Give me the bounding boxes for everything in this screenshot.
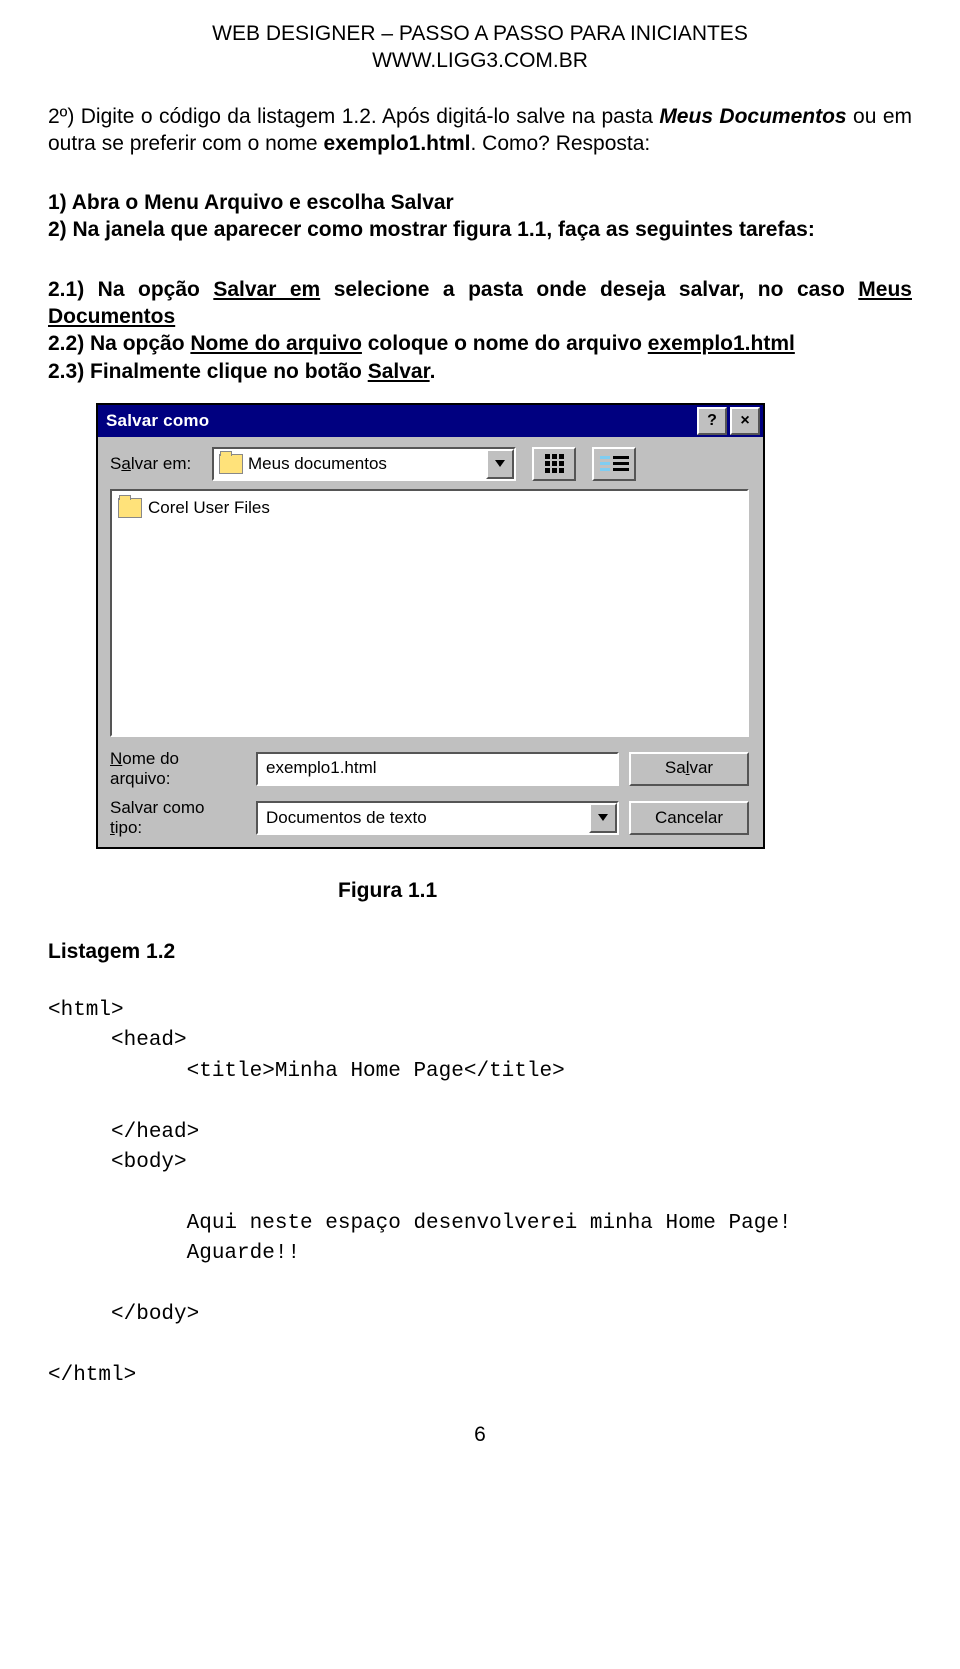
dialog-title: Salvar como — [106, 410, 694, 432]
steps-block-1: 1) Abra o Menu Arquivo e escolha Salvar … — [48, 189, 912, 244]
text: N — [110, 749, 122, 768]
step-2-2: 2.2) Na opção Nome do arquivo coloque o … — [48, 330, 912, 357]
underline-salvar: Salvar — [368, 360, 430, 383]
step-2-1: 2.1) Na opção Salvar em selecione a past… — [48, 276, 912, 331]
underline-salvar-em: Salvar em — [213, 278, 320, 301]
header-line-1: WEB DESIGNER – PASSO A PASSO PARA INICIA… — [48, 20, 912, 47]
file-list[interactable]: Corel User Files — [110, 489, 749, 737]
underline-nome-do-arquivo: Nome do arquivo — [190, 332, 362, 355]
text: Sa — [665, 757, 686, 779]
page-header: WEB DESIGNER – PASSO A PASSO PARA INICIA… — [48, 20, 912, 75]
save-in-label: Salvar em: — [110, 453, 202, 475]
list-icon — [600, 456, 629, 471]
text: lvar em: — [131, 454, 191, 473]
folder-icon — [118, 498, 142, 518]
text: 2.1) Na opção — [48, 278, 213, 301]
header-line-2: WWW.LIGG3.COM.BR — [48, 47, 912, 74]
chevron-down-icon — [598, 814, 608, 821]
text: Salvar como — [110, 798, 204, 817]
page-number: 6 — [48, 1421, 912, 1448]
listing-heading: Listagem 1.2 — [48, 938, 912, 965]
folder-icon — [219, 454, 243, 474]
type-combo[interactable]: Documentos de texto — [256, 801, 619, 835]
cancel-button[interactable]: Cancelar — [629, 801, 749, 835]
figure-caption: Figura 1.1 — [338, 877, 912, 904]
close-icon: × — [740, 411, 749, 432]
text: ipo: — [115, 818, 142, 837]
type-value: Documentos de texto — [266, 807, 589, 829]
dialog-titlebar: Salvar como ? × — [98, 405, 763, 437]
filename-label: Nome doarquivo: — [110, 749, 246, 788]
intro-paragraph: 2º) Digite o código da listagem 1.2. Apó… — [48, 103, 912, 158]
dropdown-button[interactable] — [589, 803, 617, 833]
intro-after: . Como? Resposta: — [471, 132, 651, 155]
save-as-dialog: Salvar como ? × Salvar em: Meus document… — [96, 403, 765, 849]
chevron-down-icon — [495, 460, 505, 467]
steps-block-2: 2.1) Na opção Salvar em selecione a past… — [48, 276, 912, 385]
type-label: Salvar comotipo: — [110, 798, 246, 837]
text: . — [430, 360, 436, 383]
intro-filename: exemplo1.html — [323, 132, 470, 155]
text: ome do — [122, 749, 179, 768]
save-in-combo[interactable]: Meus documentos — [212, 447, 516, 481]
intro-prefix: 2º) Digite o código da listagem 1.2. Apó… — [48, 105, 659, 128]
intro-italic: Meus Documentos — [659, 105, 846, 128]
view-icons-button[interactable] — [532, 447, 576, 481]
list-item-label: Corel User Files — [148, 497, 270, 519]
step-2: 2) Na janela que aparecer como mostrar f… — [48, 216, 912, 243]
text: a — [121, 454, 130, 473]
dropdown-button[interactable] — [486, 449, 514, 479]
code-listing: <html> <head> <title>Minha Home Page</ti… — [48, 996, 912, 1392]
filename-input[interactable]: exemplo1.html — [256, 752, 619, 786]
underline-exemplo1: exemplo1.html — [648, 332, 795, 355]
help-icon: ? — [707, 411, 717, 432]
view-details-button[interactable] — [592, 447, 636, 481]
save-in-value: Meus documentos — [248, 453, 486, 475]
step-1: 1) Abra o Menu Arquivo e escolha Salvar — [48, 189, 912, 216]
step-2-3: 2.3) Finalmente clique no botão Salvar. — [48, 358, 912, 385]
text: 2.3) Finalmente clique no botão — [48, 360, 368, 383]
cancel-label: Cancelar — [655, 807, 723, 829]
text: arquivo: — [110, 769, 170, 788]
filename-value: exemplo1.html — [266, 757, 377, 779]
text: coloque o nome do arquivo — [362, 332, 648, 355]
grid-icon — [545, 454, 564, 473]
close-button[interactable]: × — [730, 407, 760, 435]
list-item[interactable]: Corel User Files — [118, 497, 741, 519]
text: selecione a pasta onde deseja salvar, no… — [320, 278, 858, 301]
save-button[interactable]: Salvar — [629, 752, 749, 786]
text: var — [689, 757, 713, 779]
help-button[interactable]: ? — [697, 407, 727, 435]
text: S — [110, 454, 121, 473]
text: 2.2) Na opção — [48, 332, 190, 355]
